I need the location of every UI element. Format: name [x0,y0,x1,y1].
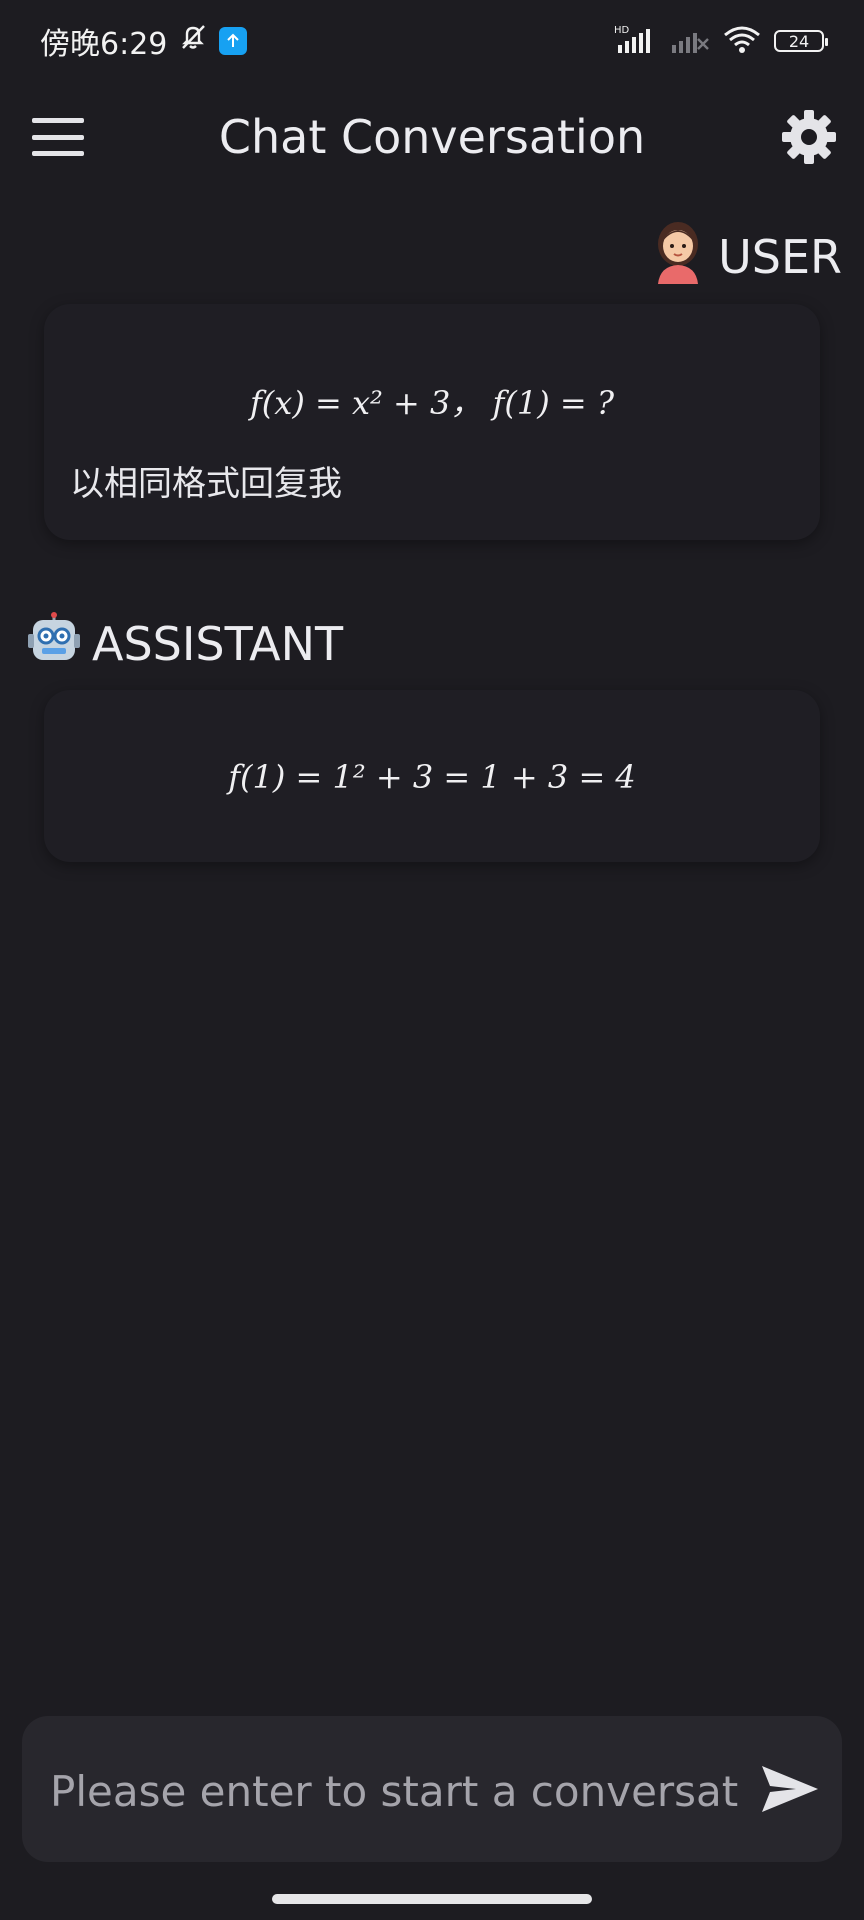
network-label: HD [614,25,630,36]
signal-hd-icon: HD [614,23,658,60]
home-indicator[interactable] [272,1894,592,1904]
user-role-header: USER [650,218,842,295]
status-right: HD 24 [614,23,828,60]
alarm-muted-icon [177,21,209,61]
user-message-text: 以相同格式回复我 [70,464,342,504]
battery-level: 24 [788,31,810,51]
app-bar: Chat Conversation [0,82,864,194]
page-title: Chat Conversation [218,110,646,164]
chat-input-bar [22,1716,842,1862]
user-message-math: f(x) = x² + 3， f(1) = ? [249,384,615,422]
chat-input[interactable] [48,1750,742,1832]
gear-icon[interactable] [780,108,838,166]
user-message-bubble: f(x) = x² + 3， f(1) = ? 以相同格式回复我 [44,304,820,540]
assistant-role-header: ASSISTANT [28,612,343,675]
battery-icon: 24 [774,30,828,52]
status-time: 傍晚6:29 [40,27,168,62]
user-role-label: USER [718,229,842,284]
assistant-role-label: ASSISTANT [92,616,344,671]
status-bar: 傍晚6:29 HD 24 [0,0,864,82]
assistant-message-math: f(1) = 1² + 3 = 1 + 3 = 4 [228,758,636,796]
signal-no-service-icon [670,23,710,60]
user-avatar-icon [650,218,706,295]
status-left: 傍晚6:29 [40,19,248,63]
wifi-icon [722,23,762,60]
send-icon[interactable] [756,1756,822,1822]
robot-icon [28,612,80,675]
assistant-message-bubble: f(1) = 1² + 3 = 1 + 3 = 4 [44,690,820,862]
upload-icon [219,27,248,55]
